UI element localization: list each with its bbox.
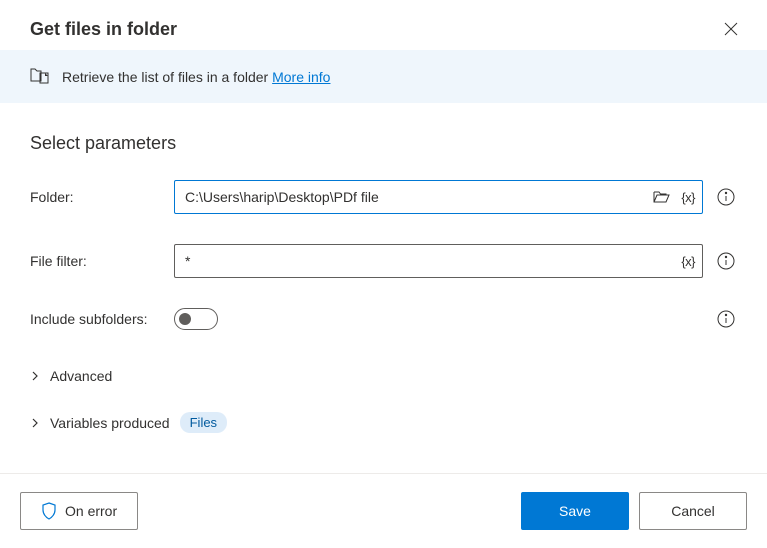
toggle-knob [179, 313, 191, 325]
filter-input[interactable] [174, 244, 703, 278]
filter-row: File filter: {x} [30, 244, 737, 278]
content-area: Select parameters Folder: {x} File fil [0, 103, 767, 441]
close-icon [724, 22, 738, 36]
subfolders-info-button[interactable] [715, 308, 737, 330]
cancel-label: Cancel [671, 503, 715, 519]
section-title: Select parameters [30, 133, 737, 154]
variables-badge[interactable]: Files [180, 412, 227, 433]
folder-info-button[interactable] [715, 186, 737, 208]
browse-folder-button[interactable] [651, 188, 673, 206]
filter-variable-button[interactable]: {x} [679, 252, 697, 271]
cancel-button[interactable]: Cancel [639, 492, 747, 530]
more-info-link[interactable]: More info [272, 69, 330, 85]
folder-open-icon [653, 190, 671, 204]
subfolders-toggle[interactable] [174, 308, 218, 330]
variables-label: Variables produced [50, 415, 170, 431]
folder-variable-button[interactable]: {x} [679, 188, 697, 207]
banner-description: Retrieve the list of files in a folder [62, 69, 268, 85]
filter-input-wrapper: {x} [174, 244, 703, 278]
save-button[interactable]: Save [521, 492, 629, 530]
subfolders-label: Include subfolders: [30, 311, 166, 327]
close-button[interactable] [720, 18, 742, 40]
folder-row: Folder: {x} [30, 180, 737, 214]
banner-text: Retrieve the list of files in a folder M… [62, 69, 330, 85]
folder-label: Folder: [30, 189, 166, 205]
dialog-title: Get files in folder [30, 19, 177, 40]
chevron-right-icon [30, 418, 40, 428]
info-icon [717, 188, 735, 206]
info-icon [717, 310, 735, 328]
on-error-label: On error [65, 503, 117, 519]
chevron-right-icon [30, 371, 40, 381]
shield-icon [41, 502, 57, 520]
filter-label: File filter: [30, 253, 166, 269]
filter-input-actions: {x} [679, 252, 697, 271]
subfolders-toggle-wrapper [174, 308, 218, 330]
advanced-section[interactable]: Advanced [30, 360, 737, 392]
info-icon [717, 252, 735, 270]
folder-input-wrapper: {x} [174, 180, 703, 214]
variables-section[interactable]: Variables produced Files [30, 404, 737, 441]
folder-input-actions: {x} [651, 188, 697, 207]
dialog-header: Get files in folder [0, 0, 767, 50]
folder-files-icon [30, 66, 50, 87]
on-error-button[interactable]: On error [20, 492, 138, 530]
dialog-footer: On error Save Cancel [0, 473, 767, 548]
save-label: Save [559, 503, 591, 519]
subfolders-row: Include subfolders: [30, 308, 737, 330]
folder-input[interactable] [174, 180, 703, 214]
advanced-label: Advanced [50, 368, 112, 384]
info-banner: Retrieve the list of files in a folder M… [0, 50, 767, 103]
filter-info-button[interactable] [715, 250, 737, 272]
